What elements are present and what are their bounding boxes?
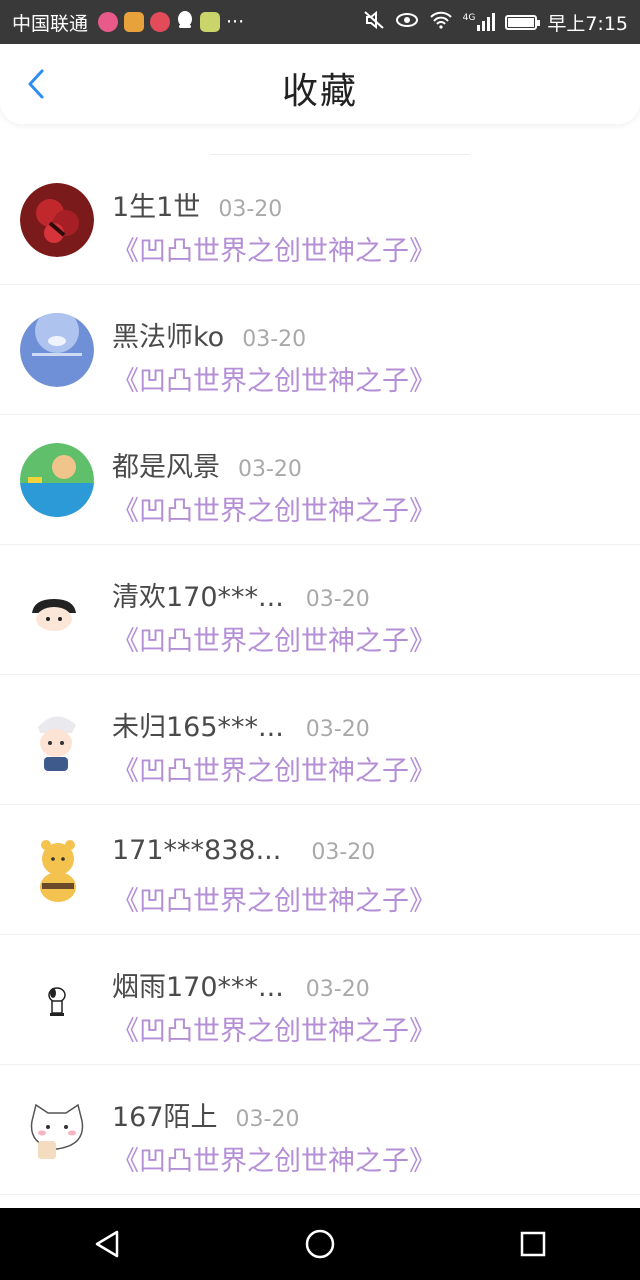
- avatar[interactable]: [20, 573, 94, 647]
- list-item[interactable]: 1生1世 03-20 《凹凸世界之创世神之子》: [0, 155, 640, 285]
- girl-cartoon-avatar-icon: [20, 703, 94, 777]
- user-name: 烟雨170***...: [112, 972, 284, 1003]
- header: 收藏: [0, 44, 640, 124]
- date: 03-20: [305, 587, 370, 612]
- user-name: 未归165***...: [112, 712, 284, 743]
- app-notification-icon: [200, 12, 221, 32]
- avatar[interactable]: [20, 313, 94, 387]
- book-title-link[interactable]: 《凹凸世界之创世神之子》: [112, 229, 436, 268]
- nav-back-button[interactable]: [77, 1214, 137, 1274]
- snoopy-avatar-icon: [20, 963, 94, 1037]
- square-recents-icon: [521, 1231, 546, 1257]
- user-name: 1生1世: [112, 192, 201, 223]
- book-title-link[interactable]: 《凹凸世界之创世神之子》: [112, 619, 436, 658]
- page-title: 收藏: [281, 71, 358, 112]
- date: 03-20: [305, 717, 370, 742]
- app-notification-icon: [98, 12, 119, 32]
- avatar[interactable]: [20, 1093, 94, 1167]
- circle-home-icon: [305, 1229, 335, 1259]
- date: 03-20: [238, 457, 302, 482]
- book-title-link[interactable]: 《凹凸世界之创世神之子》: [112, 359, 436, 398]
- qq-icon: [176, 10, 194, 35]
- nav-recents-button[interactable]: [503, 1214, 563, 1274]
- user-name: 清欢170***...: [112, 582, 284, 613]
- bear-avatar-icon: [20, 833, 94, 907]
- book-title-link[interactable]: 《凹凸世界之创世神之子》: [112, 489, 436, 528]
- battery-icon: [505, 14, 541, 30]
- signal-icon: 4G: [463, 13, 496, 31]
- cat-avatar-icon: [20, 1093, 94, 1167]
- boy-cartoon-avatar-icon: [20, 573, 94, 647]
- carrier-label: 中国联通: [12, 12, 89, 35]
- book-title-link[interactable]: 《凹凸世界之创世神之子》: [112, 1139, 436, 1178]
- book-title-link[interactable]: 《凹凸世界之创世神之子》: [112, 879, 436, 918]
- more-notifications-icon: ···: [226, 11, 245, 33]
- triangle-back-icon: [95, 1230, 118, 1258]
- system-nav-bar: [0, 1208, 640, 1280]
- network-type: 4G: [462, 13, 476, 23]
- weibo-icon: [124, 12, 145, 32]
- list-item[interactable]: 未归165***... 03-20 《凹凸世界之创世神之子》: [0, 675, 640, 805]
- list-item[interactable]: 黑法师ko 03-20 《凹凸世界之创世神之子》: [0, 285, 640, 415]
- date: 03-20: [235, 1107, 300, 1132]
- avatar[interactable]: [20, 443, 94, 517]
- mute-icon: [363, 10, 385, 35]
- list-item[interactable]: 171***838... 03-20 《凹凸世界之创世神之子》: [0, 805, 640, 935]
- green-toy-avatar-icon: [20, 443, 94, 517]
- user-name: 黑法师ko: [112, 322, 225, 353]
- date: 03-20: [311, 840, 376, 865]
- app-notification-icon: [150, 12, 171, 32]
- list-item[interactable]: 清欢170***... 03-20 《凹凸世界之创世神之子》: [0, 545, 640, 675]
- list-item[interactable]: 都是风景 03-20 《凹凸世界之创世神之子》: [0, 415, 640, 545]
- list-item[interactable]: 烟雨170***... 03-20 《凹凸世界之创世神之子》: [0, 935, 640, 1065]
- wifi-icon: [429, 11, 453, 34]
- date: 03-20: [305, 977, 370, 1002]
- user-name: 171***838...: [112, 835, 282, 866]
- user-name: 167陌上: [112, 1102, 218, 1133]
- avatar[interactable]: [20, 963, 94, 1037]
- avatar[interactable]: [20, 183, 94, 257]
- red-flower-avatar-icon: [20, 183, 94, 257]
- blue-sky-avatar-icon: [20, 313, 94, 387]
- list-item[interactable]: 167陌上 03-20 《凹凸世界之创世神之子》: [0, 1065, 640, 1195]
- favorites-list: 1生1世 03-20 《凹凸世界之创世神之子》 黑法师ko 03-20 《凹凸世…: [0, 142, 640, 1195]
- clock: 早上7:15: [547, 12, 628, 35]
- status-bar: 中国联通 ··· 4G 早上7:15: [0, 0, 640, 44]
- avatar[interactable]: [20, 703, 94, 777]
- eye-icon: [395, 11, 419, 34]
- nav-home-button[interactable]: [290, 1214, 350, 1274]
- user-name: 都是风景: [112, 452, 220, 483]
- avatar[interactable]: [20, 833, 94, 907]
- date: 03-20: [242, 327, 307, 352]
- date: 03-20: [218, 197, 283, 222]
- book-title-link[interactable]: 《凹凸世界之创世神之子》: [112, 749, 436, 788]
- book-title-link[interactable]: 《凹凸世界之创世神之子》: [112, 1009, 436, 1048]
